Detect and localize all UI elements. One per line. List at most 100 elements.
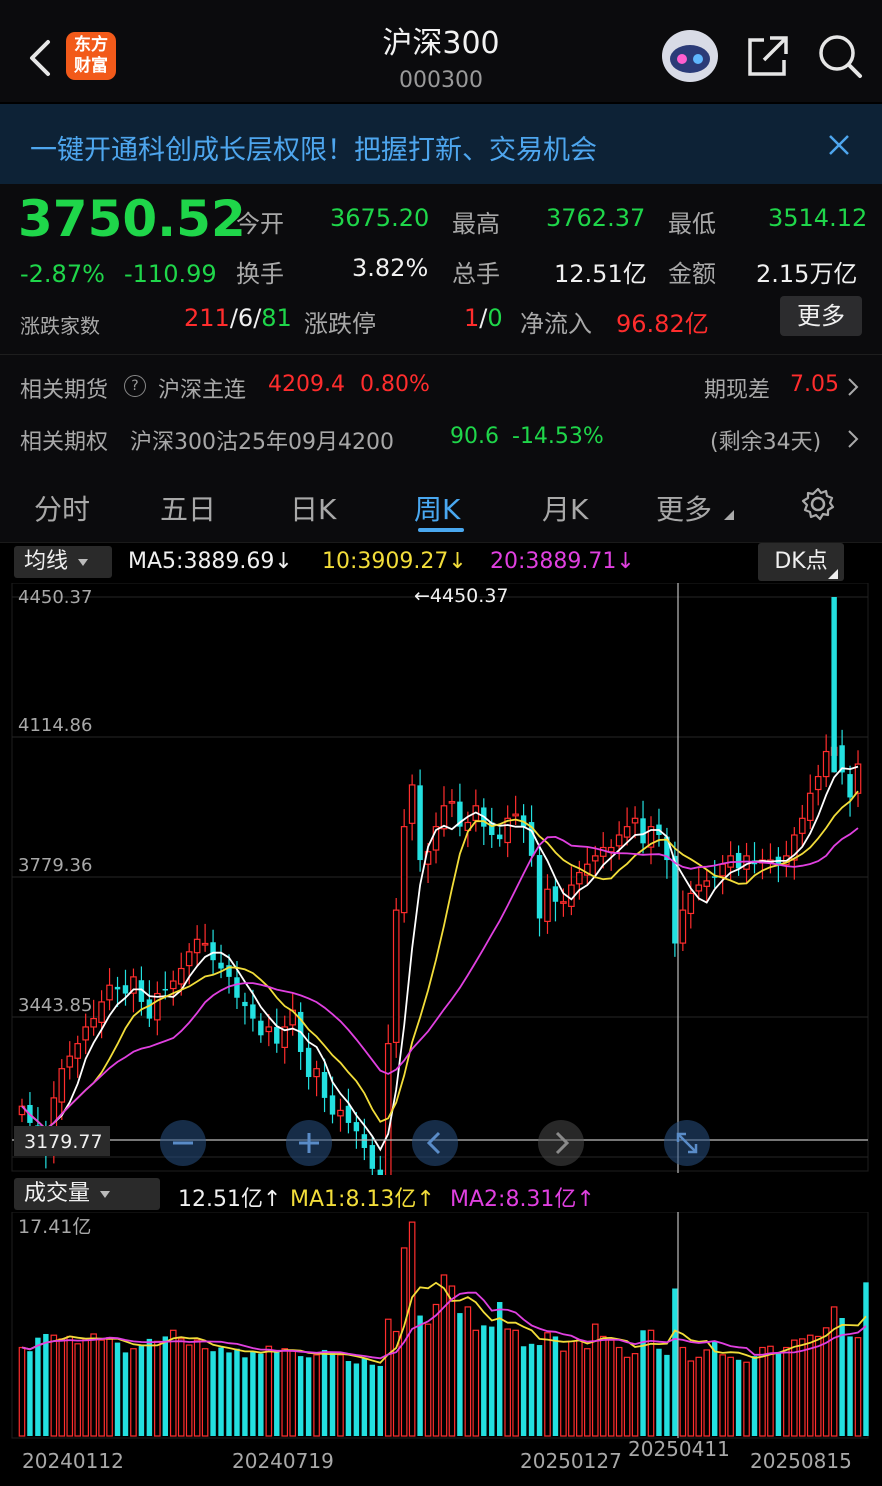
candle-body <box>146 999 153 1019</box>
breadth-label: 涨跌家数 <box>20 314 100 338</box>
indicator-selector[interactable]: 均线 <box>14 546 112 578</box>
candle-body <box>345 1105 352 1123</box>
candle-body <box>162 988 169 991</box>
volume-bar <box>751 1356 758 1436</box>
change-value: -110.99 <box>124 260 217 288</box>
volume-bar <box>664 1354 670 1436</box>
scroll-right-button[interactable] <box>538 1120 584 1166</box>
help-icon[interactable]: ? <box>124 375 146 397</box>
low-value: 3514.12 <box>768 204 868 232</box>
candle-body <box>591 855 599 862</box>
volume-bar <box>583 1348 591 1437</box>
divider <box>0 354 882 355</box>
candle-body <box>417 785 423 861</box>
volume-chart[interactable]: 17.41亿 20240112 20240719 20250127 20250411 2… <box>0 1212 882 1486</box>
fullscreen-button[interactable] <box>664 1120 710 1166</box>
volume-bar <box>687 1360 695 1437</box>
candle-body <box>377 1169 383 1175</box>
candle-body <box>106 984 113 1001</box>
volume-indicator-selector[interactable]: 成交量 <box>14 1178 160 1210</box>
date-tick-label: 20240719 <box>232 1449 334 1473</box>
candle-body <box>58 1068 66 1103</box>
volume-bar <box>775 1352 782 1436</box>
volume-bar <box>210 1351 216 1436</box>
volume-bar <box>528 1343 535 1436</box>
volume-bar <box>384 1318 392 1437</box>
separator: / <box>229 304 238 332</box>
options-name[interactable]: 沪深300沽25年09月4200 <box>130 424 394 456</box>
ma5-line <box>21 765 859 1152</box>
candle-body <box>576 871 583 885</box>
search-icon[interactable] <box>816 32 864 80</box>
candlestick-chart[interactable]: 4450.374114.863779.363443.853108.35 ←445… <box>0 583 882 1175</box>
banner-text[interactable]: 一键开通科创成长层权限！把握打新、交易机会 <box>30 128 597 167</box>
robot-assistant-icon[interactable] <box>660 26 720 84</box>
dropdown-caret-icon <box>78 558 89 566</box>
volume-bar <box>114 1342 121 1436</box>
candle-body <box>544 888 551 922</box>
tab-intraday[interactable]: 分时 <box>34 488 90 528</box>
volume-bar <box>727 1356 734 1437</box>
price-tick-label: 3443.85 <box>18 995 92 1016</box>
volume-bar <box>711 1341 718 1436</box>
tab-weekly[interactable]: 周K <box>414 488 460 528</box>
high-label: 最高 <box>452 210 500 238</box>
candle-body <box>623 826 631 838</box>
volume-bar <box>154 1340 161 1437</box>
volume-bar <box>631 1353 639 1437</box>
limit-down-count: 0 <box>487 304 503 332</box>
close-icon[interactable] <box>828 134 850 156</box>
ma10-text: 10:3909.27 <box>322 549 449 574</box>
candle-body <box>854 763 862 794</box>
volume-bar <box>440 1274 448 1437</box>
candles-group <box>18 597 862 1175</box>
volume-bar <box>497 1302 503 1436</box>
zoom-in-button[interactable] <box>286 1120 332 1166</box>
limit-values: 1/0 <box>464 304 503 332</box>
limit-label: 涨跌停 <box>304 310 376 338</box>
ma10-line <box>21 790 859 1131</box>
share-icon[interactable] <box>746 34 790 78</box>
futures-label: 相关期货 <box>20 378 109 403</box>
tab-monthly[interactable]: 月K <box>542 488 588 528</box>
candle-body <box>672 855 678 944</box>
candle-body <box>384 1043 392 1175</box>
high-value: 3762.37 <box>546 204 646 232</box>
chevron-right-icon[interactable] <box>846 376 860 398</box>
candle-body <box>400 826 408 914</box>
volume-bar <box>185 1344 193 1437</box>
zoom-out-button[interactable] <box>160 1120 206 1166</box>
tab-five-day[interactable]: 五日 <box>160 488 216 528</box>
candle-body <box>242 1001 248 1007</box>
vol-ma1-text: MA1:8.13亿 <box>290 1187 417 1212</box>
volume-bar <box>337 1354 344 1437</box>
candle-body <box>512 813 519 817</box>
futures-price: 4209.4 <box>268 372 345 397</box>
indicator-selector-label: 均线 <box>24 549 69 574</box>
volume-bar <box>719 1354 726 1437</box>
futures-name[interactable]: 沪深主连 <box>158 372 246 404</box>
more-button[interactable]: 更多 <box>780 296 862 336</box>
settings-gear-icon[interactable] <box>800 486 836 522</box>
scroll-left-button[interactable] <box>412 1120 458 1166</box>
volume-bar <box>50 1334 58 1437</box>
volume-bar <box>250 1351 256 1436</box>
tab-daily[interactable]: 日K <box>290 488 336 528</box>
volume-bar <box>448 1285 456 1437</box>
volume-bar <box>847 1336 853 1436</box>
tab-more[interactable]: 更多 <box>656 488 712 528</box>
volume-bar <box>417 1315 423 1436</box>
volume-bar <box>289 1350 297 1437</box>
ma-lines-group <box>21 765 859 1152</box>
chevron-right-icon[interactable] <box>846 428 860 450</box>
candle-body <box>258 1020 264 1036</box>
volume-bar <box>377 1365 383 1436</box>
volume-bar <box>98 1339 105 1437</box>
promo-banner[interactable]: 一键开通科创成长层权限！把握打新、交易机会 <box>0 104 882 184</box>
candle-body <box>408 784 416 824</box>
volume-bar <box>615 1346 623 1437</box>
vol-ma2-value: MA2:8.31亿↑ <box>450 1181 595 1213</box>
candle-body <box>631 817 639 824</box>
volume-bar <box>138 1345 145 1436</box>
up-count: 211 <box>184 304 230 332</box>
